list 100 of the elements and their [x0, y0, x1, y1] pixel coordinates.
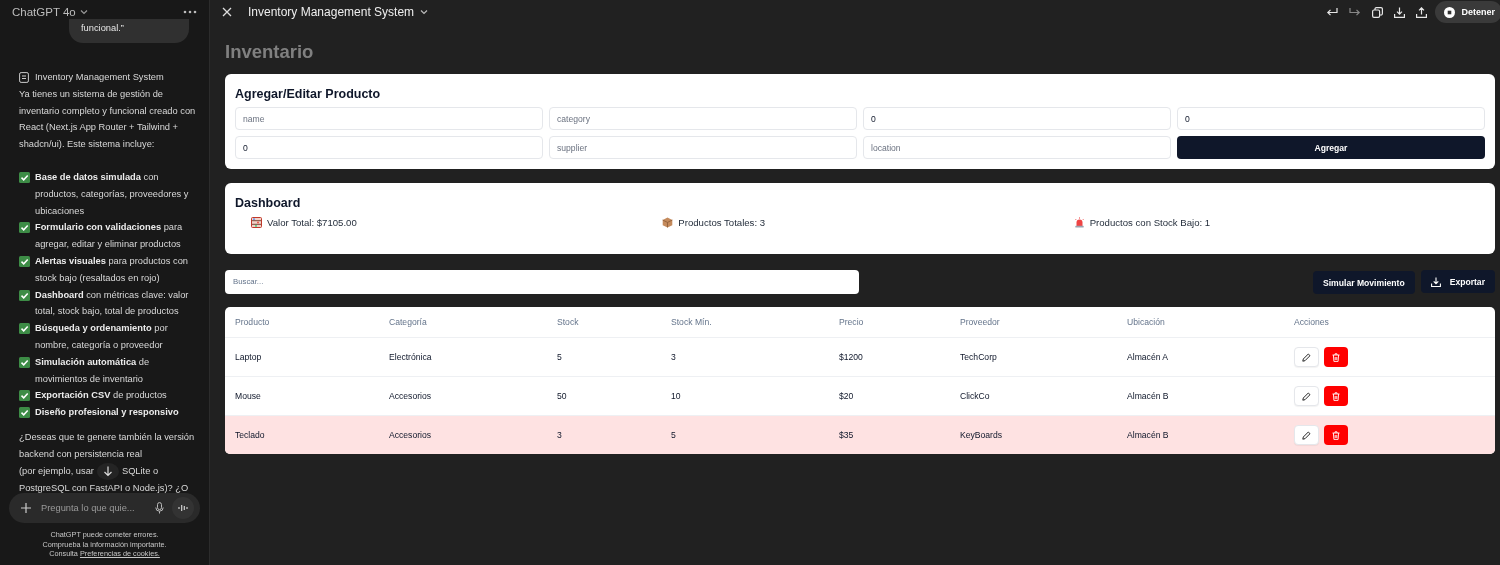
message-text: PostgreSQL con FastAPI o Node.js)? ¿O: [19, 481, 190, 495]
column-header: Proveedor: [960, 317, 1001, 327]
dashboard-title: Dashboard: [235, 196, 302, 211]
message-paragraph: Ya tienes un sistema de gestión de inventario completo y funcional creado con React (Next.js App Router + Tailwind + shadcn/ui). Este sistema incluye:: [19, 87, 197, 152]
input-field[interactable]: 0: [863, 107, 1171, 130]
metric-text: Productos con Stock Bajo: 1: [1089, 217, 1211, 228]
input-field[interactable]: category: [549, 107, 857, 130]
add-button[interactable]: Agregar: [1177, 136, 1485, 159]
table-cell-text: $1200: [839, 352, 864, 362]
chevron-down-icon: [79, 9, 88, 15]
document-title[interactable]: Inventory Management System: [248, 5, 415, 19]
pencil-icon: [1302, 430, 1311, 440]
stop-icon: [1444, 6, 1456, 18]
model-selector[interactable]: ChatGPT 4o: [12, 6, 76, 18]
page-heading: Inventario: [225, 41, 315, 63]
checkmark-icon: [19, 407, 30, 419]
edit-button[interactable]: [1294, 347, 1319, 367]
table-cell-text: 3: [671, 352, 677, 362]
feature-text: Exportación CSV de productos: [35, 389, 167, 403]
download-icon[interactable]: [1394, 6, 1406, 18]
message-text: ¿Deseas que te genere también la versión backend con persistencia real: [19, 430, 196, 461]
form-title: Agregar/Editar Producto: [235, 87, 382, 102]
canvas-link[interactable]: Inventory Management System: [35, 69, 164, 86]
input-field[interactable]: location: [863, 136, 1171, 159]
metric-text: Valor Total: $7105.00: [267, 217, 357, 228]
checkmark-icon: [19, 390, 30, 402]
trash-icon: [1332, 391, 1340, 401]
export-button[interactable]: Exportar: [1420, 270, 1495, 293]
delete-button[interactable]: [1324, 347, 1348, 367]
abacus-icon: [251, 217, 262, 228]
column-header: Acciones: [1294, 317, 1330, 327]
checkmark-icon: [19, 172, 30, 183]
more-icon[interactable]: [183, 10, 197, 14]
table-cell-text: Mouse: [235, 391, 262, 401]
column-header: Producto: [235, 317, 271, 327]
edit-button[interactable]: [1294, 386, 1319, 406]
table-cell-text: Accesorios: [389, 430, 433, 440]
delete-button[interactable]: [1324, 386, 1348, 406]
siren-icon: [1073, 217, 1085, 228]
table-cell-text: KeyBoards: [960, 430, 1004, 440]
message-input[interactable]: Pregunta lo que quie...: [39, 502, 147, 515]
table-cell-text: TechCorp: [960, 352, 998, 362]
input-field[interactable]: 0: [235, 136, 543, 159]
trash-icon: [1332, 352, 1340, 362]
table-cell-text: Electrónica: [389, 352, 433, 362]
checkmark-icon: [19, 255, 30, 267]
table-cell-text: 50: [557, 391, 568, 401]
column-header: Stock: [557, 317, 580, 327]
column-header: Precio: [839, 317, 865, 327]
undo-icon[interactable]: [1326, 7, 1339, 17]
chevron-down-icon: [420, 9, 429, 15]
user-message: funcional.”: [69, 19, 189, 43]
feature-text: Alertas visuales para productos con stock bajo (resaltados en rojo): [35, 254, 189, 285]
delete-button[interactable]: [1324, 425, 1348, 445]
column-header: Stock Mín.: [671, 317, 713, 327]
plus-icon[interactable]: [21, 503, 31, 514]
column-header: Ubicación: [1127, 317, 1166, 327]
checkmark-icon: [19, 222, 30, 234]
input-field[interactable]: supplier: [549, 136, 857, 159]
copy-icon[interactable]: [1372, 6, 1384, 18]
checkmark-icon: [19, 323, 30, 335]
table-cell-text: 5: [557, 352, 563, 362]
checkmark-icon: [19, 356, 30, 368]
table-cell-text: Almacén B: [1127, 430, 1170, 440]
pencil-icon: [1302, 391, 1311, 401]
feature-text: Diseño profesional y responsivo: [35, 406, 179, 420]
scroll-down-button[interactable]: [96, 462, 119, 480]
table-cell-text: Almacén A: [1127, 352, 1170, 362]
input-field[interactable]: 0: [1177, 107, 1485, 130]
table-cell-text: $20: [839, 391, 855, 401]
arrow-down-icon: [102, 465, 113, 477]
edit-button[interactable]: [1294, 425, 1319, 445]
close-icon[interactable]: [222, 7, 232, 17]
table-cell-text: 5: [671, 430, 677, 440]
input-field[interactable]: name: [235, 107, 543, 130]
table-cell-text: Almacén B: [1127, 391, 1170, 401]
microphone-icon[interactable]: [155, 502, 164, 515]
table-cell-text: $35: [839, 430, 855, 440]
redo-icon[interactable]: [1349, 7, 1362, 17]
table-cell-text: Accesorios: [389, 391, 433, 401]
stop-button[interactable]: Detener: [1435, 1, 1500, 23]
table-cell-text: Teclado: [235, 430, 266, 440]
column-header: Categoría: [389, 317, 428, 327]
message-text: SQLite o: [121, 464, 159, 478]
share-icon[interactable]: [1416, 6, 1428, 18]
table-cell-text: 3: [557, 430, 563, 440]
pencil-icon: [1302, 352, 1311, 362]
document-icon: [19, 71, 29, 83]
table-cell-text: 10: [671, 391, 682, 401]
box-icon: [662, 217, 674, 228]
download-icon: [1430, 276, 1441, 287]
waveform-icon: [178, 504, 188, 513]
table-cell-text: ClickCo: [960, 391, 991, 401]
trash-icon: [1332, 430, 1340, 440]
message-text: (por ejemplo, usar: [19, 464, 94, 478]
voice-button[interactable]: [172, 497, 194, 520]
metric-text: Productos Totales: 3: [678, 217, 766, 228]
simulate-button[interactable]: Simular Movimiento: [1313, 271, 1415, 294]
table-cell-text: Laptop: [235, 352, 263, 362]
checkmark-icon: [19, 289, 30, 301]
